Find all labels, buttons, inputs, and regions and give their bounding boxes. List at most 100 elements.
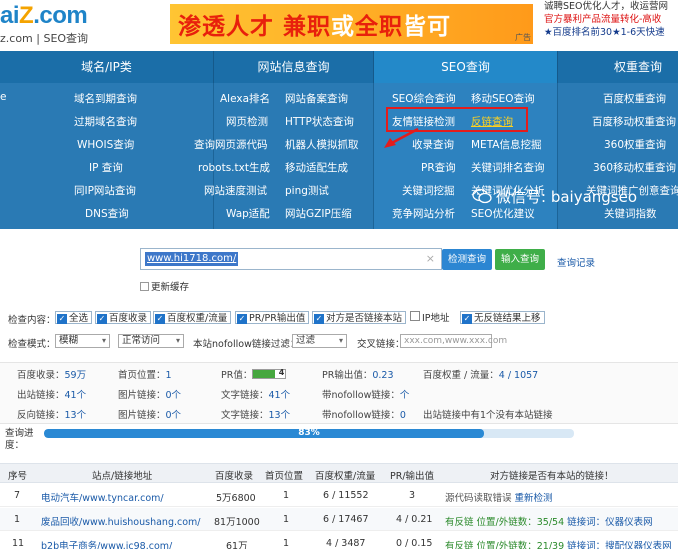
menu-competitor[interactable]: 竞争网站分析 (392, 206, 455, 221)
row-index: 81万1000 (214, 517, 260, 528)
stat-text-links: 文字链接：41个 (221, 390, 291, 401)
col-no: 序号 (8, 471, 28, 482)
menu-page-source[interactable]: 查询网页源代码 (194, 137, 268, 152)
menu-meta-mining[interactable]: META信息挖掘 (471, 137, 541, 152)
check-query-button[interactable]: 检测查询 (442, 249, 492, 270)
row-site-link[interactable]: b2b电子商务/www.ic98.com/ (41, 538, 172, 549)
tab-weight[interactable]: 权重查询 (558, 51, 678, 83)
col-index: 百度收录 (215, 471, 254, 482)
stat-img-links-2: 图片链接：0个 (118, 410, 182, 421)
mode-select[interactable]: 模糊 (55, 334, 110, 348)
ad-banner[interactable]: 渗透人才 兼职或全职皆可 广告 (170, 4, 533, 44)
menu-robots[interactable]: robots.txt生成 (198, 160, 270, 175)
check-all[interactable]: ✓ 全选 (55, 311, 93, 324)
check-no-backlink-top[interactable]: ✓ 无反链结果上移 (460, 311, 545, 324)
recheck-link[interactable]: 重新检测 (515, 493, 553, 504)
menu-bot-crawl[interactable]: 机器人模拟抓取 (285, 137, 359, 152)
site-logo[interactable]: aiZ.com z.com | SEO查询 (0, 2, 110, 48)
menu-dns[interactable]: DNS查询 (85, 206, 129, 221)
menu-http-status[interactable]: HTTP状态查询 (285, 114, 354, 129)
tab-seo[interactable]: SEO查询 (374, 51, 557, 83)
menu-pr-query[interactable]: PR查询 (421, 160, 456, 175)
clear-icon[interactable]: × (426, 252, 435, 265)
menu-ping[interactable]: ping测试 (285, 183, 329, 198)
progress-label: 查询进度： (5, 428, 34, 451)
stat-home-position: 首页位置：1 (118, 370, 172, 381)
menu-page-check[interactable]: 网页检测 (226, 114, 268, 129)
row-no: 7 (14, 490, 21, 501)
exchange-input[interactable]: xxx.com,www.xxx.com (400, 334, 507, 348)
menu-icp[interactable]: 网站备案查询 (285, 91, 348, 106)
table-row: 11 b2b电子商务/www.ic98.com/ 61万 1 4 / 3487 … (0, 532, 678, 549)
check-mode-row: 检查模式： 模糊 正常访问 本站nofollow链接过滤： 过滤 交叉链接： x… (0, 333, 678, 353)
menu-same-ip[interactable]: 同IP网站查询 (74, 183, 136, 198)
menu-seo-overview[interactable]: SEO综合查询 (392, 91, 456, 106)
promo-link-1[interactable]: 诚聘SEO优化人才，收运营网 (544, 0, 678, 13)
ad-tag: 广告 (515, 33, 531, 42)
update-cache-option[interactable]: 更新缓存 (140, 279, 189, 293)
row-position: 1 (283, 490, 290, 501)
menu-ip-query[interactable]: IP 查询 (89, 160, 123, 175)
menu-speed-test[interactable]: 网站速度测试 (204, 183, 267, 198)
promo-links: 诚聘SEO优化人才，收运营网 官方暴利产品流量转化-高收 ★百度排名前30★1-… (544, 0, 678, 39)
stat-pr: PR值： 4 (221, 368, 287, 381)
menu-alexa[interactable]: Alexa排名 (220, 91, 270, 106)
check-ip[interactable]: IP地址 (409, 311, 453, 324)
row-result: 有反链 位置/外链数：21/39 链接词：搜配仪器仪表网 (445, 541, 672, 549)
logo-subtitle: z.com | SEO查询 (0, 32, 89, 45)
menu-mobile-seo[interactable]: 移动SEO查询 (471, 91, 535, 106)
row-site-link[interactable]: 废品回收/www.huishoushang.com/ (41, 514, 201, 528)
promo-link-3[interactable]: ★百度排名前30★1-6天快速 (544, 26, 678, 39)
url-input[interactable]: www.hi1718.com/ × (140, 248, 442, 270)
tab-site-info[interactable]: 网站信息查询 (214, 51, 373, 83)
row-weight: 6 / 17467 (323, 514, 369, 525)
col-result: 对方链接是否有本站的链接！ (490, 471, 614, 482)
row-no: 1 (14, 514, 21, 525)
query-history-link[interactable]: 查询记录 (557, 255, 595, 269)
col-site: 站点/链接地址 (92, 471, 153, 482)
menu-360-weight[interactable]: 360权重查询 (604, 137, 666, 152)
menu-domain-expire[interactable]: 域名到期查询 (74, 91, 137, 106)
menu-mobile-adapt[interactable]: 移动适配生成 (285, 160, 348, 175)
menu-whois[interactable]: WHOIS查询 (77, 137, 134, 152)
menu-expired-domain[interactable]: 过期域名查询 (74, 114, 137, 129)
check-pr[interactable]: ✓ PR/PR输出值 (235, 311, 310, 324)
access-select[interactable]: 正常访问 (118, 334, 184, 348)
results-table-header: 序号 站点/链接地址 百度收录 首页位置 百度权重/流量 PR/输出值 对方链接… (0, 463, 678, 483)
menu-gzip[interactable]: 网站GZIP压缩 (285, 206, 352, 221)
menu-baidu-weight[interactable]: 百度权重查询 (603, 91, 666, 106)
progress-percent: 83% (298, 428, 320, 438)
check-link-back[interactable]: ✓ 对方是否链接本站 (312, 311, 407, 324)
logo-text: aiZ.com (0, 2, 88, 29)
row-position: 1 (283, 538, 290, 549)
check-baidu-weight[interactable]: ✓ 百度权重/流量 (153, 311, 232, 324)
check-content-label: 检查内容： (8, 315, 56, 326)
tab-domain-ip[interactable]: 域名/IP类 (0, 51, 213, 83)
row-index: 5万6800 (216, 493, 256, 504)
exchange-label: 交叉链接： (357, 339, 405, 350)
row-weight: 4 / 3487 (326, 538, 366, 549)
row-site-link[interactable]: 电动汽车/www.tyncar.com/ (41, 490, 164, 504)
menu-keyword-rank[interactable]: 关键词排名查询 (471, 160, 545, 175)
check-content-row: 检查内容： ✓ 全选 ✓ 百度收录 ✓ 百度权重/流量 ✓ PR/PR输出值 ✓ 对方是否… (0, 310, 678, 330)
promo-link-2[interactable]: 官方暴利产品流量转化-高收 (544, 13, 678, 26)
input-query-button[interactable]: 输入查询 (495, 249, 545, 270)
update-cache-checkbox[interactable] (140, 282, 149, 291)
check-mode-label: 检查模式： (8, 339, 56, 350)
menu-keyword-mining[interactable]: 关键词挖掘 (402, 183, 455, 198)
menu-360-mobile-weight[interactable]: 360移动权重查询 (593, 160, 676, 175)
nofollow-select[interactable]: 过滤 (292, 334, 347, 348)
check-baidu-index[interactable]: ✓ 百度收录 (95, 311, 152, 324)
col-weight: 百度权重/流量 (315, 471, 376, 482)
url-input-value[interactable]: www.hi1718.com/ (145, 252, 239, 266)
menu-wap[interactable]: Wap适配 (226, 206, 270, 221)
top-header: aiZ.com z.com | SEO查询 渗透人才 兼职或全职皆可 广告 诚聘… (0, 0, 678, 50)
stat-nofollow: 带nofollow链接：个 (322, 390, 410, 401)
col-pr: PR/输出值 (390, 471, 435, 482)
menu-baidu-mobile-weight[interactable]: 百度移动权重查询 (592, 114, 676, 129)
ad-headline: 渗透人才 兼职或全职皆可 (178, 14, 452, 40)
menu-left-edge: e (0, 91, 7, 103)
row-pr: 4 / 0.21 (396, 514, 433, 525)
table-row: 7 电动汽车/www.tyncar.com/ 5万6800 1 6 / 1155… (0, 484, 678, 507)
row-pr: 3 (409, 490, 416, 501)
